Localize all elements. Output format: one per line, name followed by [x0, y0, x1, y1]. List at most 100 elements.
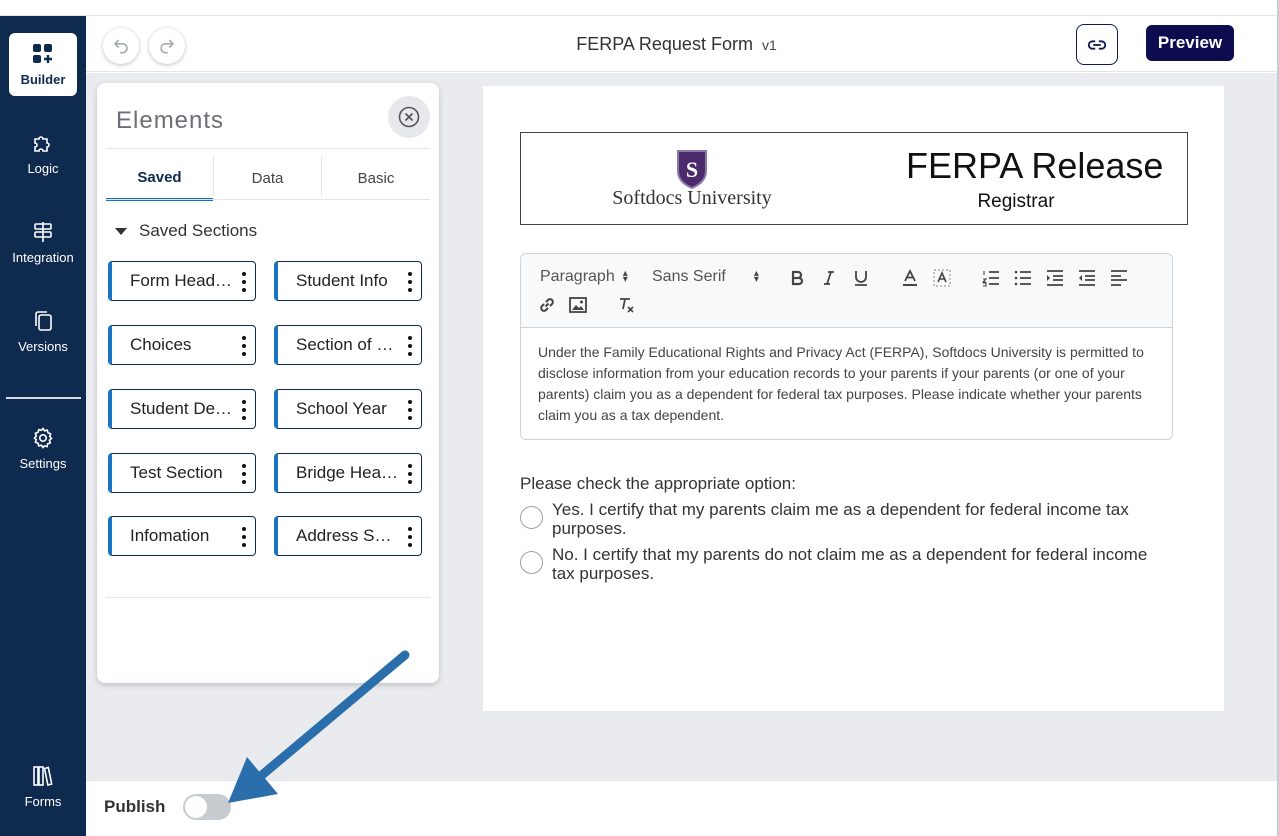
- select-arrows-icon: ▴ ▾: [753, 268, 759, 285]
- form-title-text: FERPA Request Form: [576, 34, 753, 54]
- indent-button[interactable]: [1043, 266, 1067, 290]
- tab-saved[interactable]: Saved: [106, 156, 213, 201]
- tabs-separator: [106, 199, 430, 200]
- more-options-icon[interactable]: [407, 400, 413, 420]
- saved-section-chip[interactable]: Student De…: [108, 389, 256, 429]
- underline-icon: [855, 271, 867, 286]
- ordered-list-icon: [982, 271, 999, 287]
- saved-section-label: Infomation: [130, 526, 210, 545]
- insert-image-button[interactable]: [566, 293, 590, 317]
- saved-section-chip[interactable]: Test Section: [108, 453, 256, 493]
- saved-section-chip[interactable]: Form Head…: [108, 261, 256, 301]
- outdent-button[interactable]: [1075, 266, 1099, 290]
- elements-panel-title: Elements: [116, 107, 225, 134]
- nav-settings-label: Settings: [19, 456, 67, 471]
- paragraph-format-value: Paragraph: [540, 268, 615, 285]
- bold-button[interactable]: [785, 266, 809, 290]
- saved-section-label: Choices: [130, 335, 192, 354]
- ordered-list-button[interactable]: [979, 266, 1003, 290]
- more-options-icon[interactable]: [407, 336, 413, 356]
- puzzle-icon: [34, 136, 50, 152]
- saved-section-label: Form Head…: [130, 271, 233, 290]
- tab-data[interactable]: Data: [214, 156, 321, 201]
- more-options-icon[interactable]: [407, 272, 413, 292]
- more-options-icon[interactable]: [241, 400, 247, 420]
- university-name: Softdocs University: [612, 187, 772, 209]
- close-panel-button[interactable]: [388, 96, 430, 138]
- saved-section-label: Student Info: [296, 271, 388, 290]
- radio-option-no[interactable]: No. I certify that my parents do not cla…: [520, 545, 1170, 585]
- toggle-knob: [185, 796, 207, 818]
- tab-basic[interactable]: Basic: [322, 156, 430, 201]
- close-icon: [398, 106, 420, 128]
- nav-settings[interactable]: Settings: [9, 417, 77, 480]
- radio-option-label: Yes. I certify that my parents claim me …: [552, 500, 1129, 538]
- university-shield-logo: S: [677, 150, 707, 189]
- nav-divider: [6, 397, 81, 399]
- align-button[interactable]: [1107, 266, 1131, 290]
- saved-sections-heading: Saved Sections: [139, 221, 258, 240]
- saved-section-chip[interactable]: Section of …: [274, 325, 422, 365]
- saved-section-label: Test Section: [130, 463, 223, 482]
- nav-builder[interactable]: Builder: [9, 33, 77, 96]
- bullet-list-button[interactable]: [1011, 266, 1035, 290]
- preview-button[interactable]: Preview: [1146, 25, 1234, 61]
- saved-section-chip[interactable]: Choices: [108, 325, 256, 365]
- top-header: FERPA Request Form v1 Preview: [86, 16, 1277, 72]
- select-arrows-icon: ▴ ▾: [622, 268, 628, 285]
- panel-bottom-separator: [106, 597, 430, 598]
- publish-toggle[interactable]: [183, 794, 231, 820]
- insert-link-button[interactable]: [535, 293, 559, 317]
- font-color-button[interactable]: [898, 266, 922, 290]
- italic-button[interactable]: [817, 266, 841, 290]
- saved-sections-toggle[interactable]: Saved Sections: [115, 221, 257, 241]
- rich-text-editor[interactable]: Paragraph ▴ ▾ Sans Serif ▴ ▾ Under the F…: [520, 253, 1173, 440]
- footer-bar: Publish: [86, 780, 1277, 836]
- signpost-icon: [34, 222, 52, 242]
- more-options-icon[interactable]: [241, 336, 247, 356]
- more-options-icon[interactable]: [241, 272, 247, 292]
- share-link-button[interactable]: [1076, 24, 1118, 65]
- editor-toolbar: Paragraph ▴ ▾ Sans Serif ▴ ▾: [521, 254, 1172, 328]
- saved-section-label: School Year: [296, 399, 387, 418]
- window-top-bar: [0, 0, 1279, 16]
- saved-section-label: Student De…: [130, 399, 233, 418]
- editor-content[interactable]: Under the Family Educational Rights and …: [538, 342, 1158, 426]
- copy-icon: [35, 311, 52, 331]
- background-color-button[interactable]: [930, 266, 954, 290]
- saved-section-chip[interactable]: Infomation: [108, 516, 256, 556]
- nav-logic[interactable]: Logic: [9, 122, 77, 185]
- outdent-icon: [1079, 270, 1095, 286]
- left-nav: Builder Logic Integration Versions Setti…: [0, 16, 86, 836]
- more-options-icon[interactable]: [241, 464, 247, 484]
- builder-icon: [33, 44, 52, 63]
- more-options-icon[interactable]: [407, 464, 413, 484]
- radio-option-label: No. I certify that my parents do not cla…: [552, 545, 1148, 583]
- nav-forms-label: Forms: [24, 794, 62, 809]
- saved-section-chip[interactable]: School Year: [274, 389, 422, 429]
- saved-section-chip[interactable]: Bridge Hea…: [274, 453, 422, 493]
- clear-format-button[interactable]: [615, 293, 639, 317]
- saved-section-chip[interactable]: Student Info: [274, 261, 422, 301]
- radio-button[interactable]: [520, 506, 543, 529]
- font-family-select[interactable]: Sans Serif ▴ ▾: [652, 268, 759, 286]
- font-color-icon: [903, 269, 917, 286]
- underline-button[interactable]: [849, 266, 873, 290]
- bold-icon: [791, 270, 804, 286]
- paragraph-format-select[interactable]: Paragraph ▴ ▾: [540, 268, 628, 286]
- form-header-section[interactable]: S Softdocs University FERPA Release Regi…: [520, 132, 1188, 225]
- nav-integration[interactable]: Integration: [9, 211, 77, 274]
- saved-section-chip[interactable]: Address Se…: [274, 516, 422, 556]
- more-options-icon[interactable]: [407, 527, 413, 547]
- highlight-icon: [933, 269, 951, 287]
- more-options-icon[interactable]: [241, 527, 247, 547]
- italic-icon: [824, 271, 834, 285]
- indent-icon: [1047, 270, 1063, 286]
- nav-forms[interactable]: Forms: [9, 755, 77, 818]
- question-label: Please check the appropriate option:: [520, 474, 796, 493]
- nav-versions[interactable]: Versions: [9, 300, 77, 363]
- radio-button[interactable]: [520, 551, 543, 574]
- bullet-list-icon: [1014, 270, 1031, 286]
- publish-label: Publish: [104, 797, 166, 816]
- radio-option-yes[interactable]: Yes. I certify that my parents claim me …: [520, 500, 1170, 540]
